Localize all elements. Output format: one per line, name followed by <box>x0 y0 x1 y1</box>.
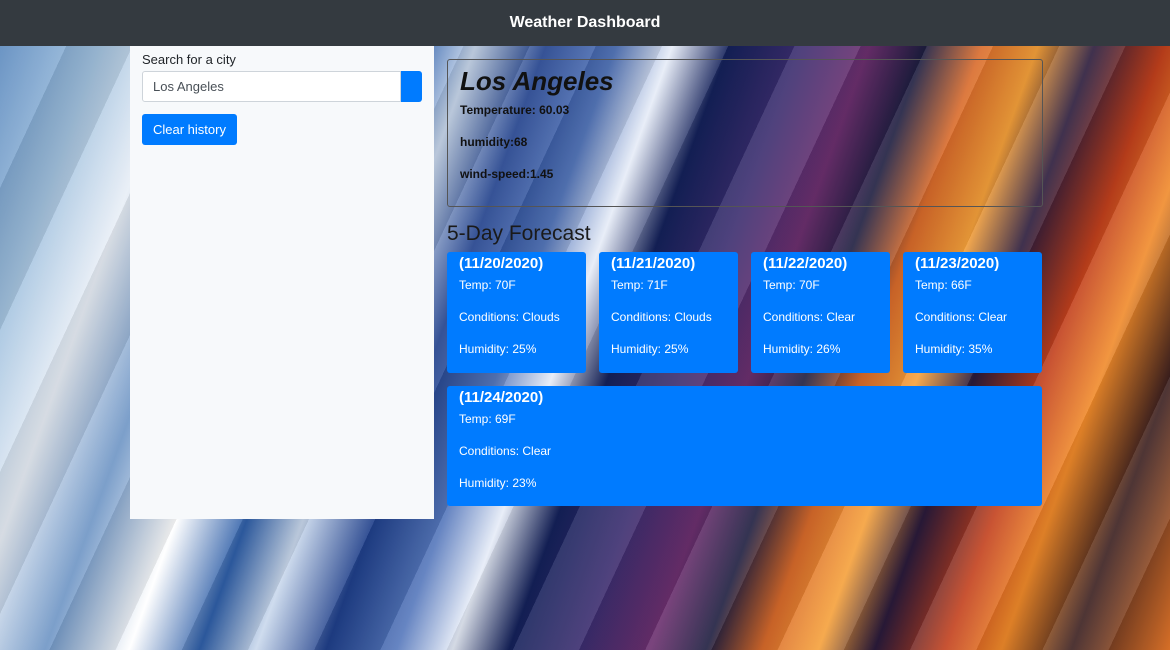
forecast-card: (11/22/2020) Temp: 70F Conditions: Clear… <box>751 252 890 373</box>
app-title: Weather Dashboard <box>509 14 661 31</box>
forecast-title: 5-Day Forecast <box>447 222 591 245</box>
current-weather-card: Los Angeles Temperature: 60.03 humidity:… <box>447 59 1043 207</box>
sidebar: Search for a city Clear history <box>130 46 434 519</box>
forecast-temp: Temp: 70F <box>763 278 820 292</box>
forecast-conditions: Conditions: Clear <box>459 444 552 458</box>
forecast-humidity: Humidity: 23% <box>459 476 537 490</box>
forecast-card: (11/24/2020) Temp: 69F Conditions: Clear… <box>447 386 1042 506</box>
forecast-humidity: Humidity: 25% <box>459 342 537 356</box>
forecast-conditions: Conditions: Clear <box>915 310 1008 324</box>
forecast-date: (11/21/2020) <box>611 255 696 272</box>
navbar: Weather Dashboard <box>0 0 1170 46</box>
forecast-date: (11/22/2020) <box>763 255 848 272</box>
forecast-card: (11/20/2020) Temp: 70F Conditions: Cloud… <box>447 252 586 373</box>
search-label: Search for a city <box>142 52 236 67</box>
forecast-temp: Temp: 70F <box>459 278 516 292</box>
forecast-temp: Temp: 66F <box>915 278 972 292</box>
forecast-card: (11/23/2020) Temp: 66F Conditions: Clear… <box>903 252 1042 373</box>
forecast-humidity: Humidity: 35% <box>915 342 993 356</box>
search-row <box>142 71 422 102</box>
forecast-humidity: Humidity: 26% <box>763 342 841 356</box>
forecast-date: (11/24/2020) <box>459 389 544 406</box>
current-temperature: Temperature: 60.03 <box>460 103 570 117</box>
forecast-conditions: Conditions: Clouds <box>459 310 560 324</box>
forecast-date: (11/20/2020) <box>459 255 544 272</box>
current-city: Los Angeles <box>460 66 614 96</box>
current-wind-speed: wind-speed:1.45 <box>460 167 554 181</box>
forecast-date: (11/23/2020) <box>915 255 1000 272</box>
search-button[interactable] <box>401 71 422 102</box>
clear-history-button[interactable]: Clear history <box>142 114 237 145</box>
forecast-temp: Temp: 69F <box>459 412 516 426</box>
current-humidity: humidity:68 <box>460 135 528 149</box>
forecast-conditions: Conditions: Clouds <box>611 310 712 324</box>
search-input[interactable] <box>142 71 401 102</box>
forecast-humidity: Humidity: 25% <box>611 342 689 356</box>
forecast-temp: Temp: 71F <box>611 278 668 292</box>
forecast-card: (11/21/2020) Temp: 71F Conditions: Cloud… <box>599 252 738 373</box>
forecast-conditions: Conditions: Clear <box>763 310 856 324</box>
